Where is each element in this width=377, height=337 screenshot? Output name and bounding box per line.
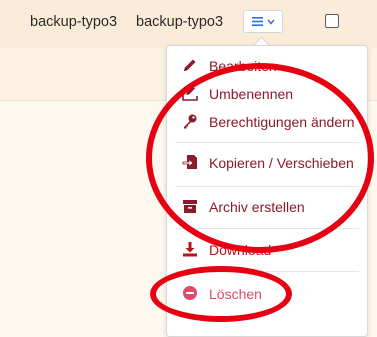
menu-item-copy-move[interactable]: Kopieren / Verschieben (167, 148, 367, 178)
pencil-icon (184, 59, 196, 71)
rename-icon (182, 86, 198, 101)
menu-item-label: Berechtigungen ändern (209, 114, 355, 130)
actions-dropdown-button[interactable] (243, 10, 283, 33)
key-icon (184, 114, 197, 129)
menu-item-create-archive[interactable]: Archiv erstellen (167, 192, 367, 222)
menu-item-permissions[interactable]: Berechtigungen ändern (167, 107, 367, 137)
chevron-down-icon (266, 19, 275, 25)
menu-separator (175, 142, 359, 143)
minus-circle-icon (183, 286, 197, 300)
menu-item-label: Umbenennen (209, 86, 294, 102)
row-select-checkbox[interactable] (325, 14, 339, 28)
menu-item-label: Download (209, 242, 272, 258)
menu-item-delete[interactable]: Löschen (167, 279, 367, 309)
menu-item-rename[interactable]: Umbenennen (167, 79, 367, 109)
archive-icon (183, 200, 197, 213)
owner-cell: backup-typo3 (30, 14, 118, 30)
copy-move-icon (182, 155, 197, 169)
menu-item-label: Bearbeiten (209, 58, 277, 74)
file-row: backup-typo3 backup-typo3 (0, 0, 377, 49)
menu-item-label: Kopieren / Verschieben (209, 155, 354, 171)
actions-dropdown-menu: Bearbeiten Umbenennen Berechtigungen änd… (166, 45, 368, 337)
menu-separator (175, 186, 359, 187)
download-icon (183, 242, 197, 257)
menu-item-edit[interactable]: Bearbeiten (167, 51, 367, 81)
group-cell: backup-typo3 (136, 14, 224, 30)
menu-item-download[interactable]: Download (167, 235, 367, 265)
menu-separator (175, 271, 359, 272)
menu-lines-icon (251, 17, 263, 26)
menu-separator (175, 228, 359, 229)
menu-item-label: Löschen (209, 286, 262, 302)
menu-item-label: Archiv erstellen (209, 199, 305, 215)
